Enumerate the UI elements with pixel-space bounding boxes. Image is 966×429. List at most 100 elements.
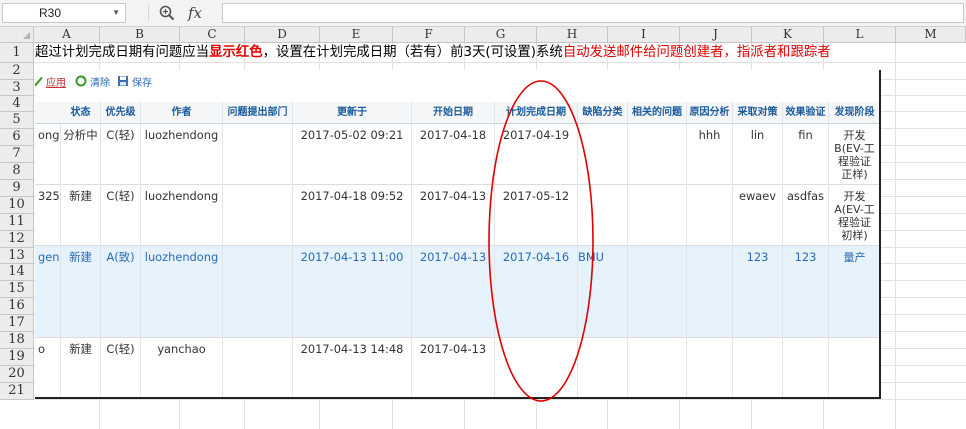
table-cell-start[interactable]: 2017-04-13 xyxy=(412,185,495,246)
column-header-j[interactable]: J xyxy=(680,27,752,43)
column-header-g[interactable]: G xyxy=(465,27,537,43)
table-cell-related[interactable] xyxy=(628,185,687,246)
table-cell-status[interactable]: 新建 xyxy=(61,185,101,246)
row-header-20[interactable]: 20 xyxy=(0,366,34,383)
table-header-cell[interactable]: 问题提出部门 xyxy=(223,102,293,124)
row-header-19[interactable]: 19 xyxy=(0,349,34,366)
column-header-d[interactable]: D xyxy=(245,27,320,43)
table-cell-verify[interactable] xyxy=(783,338,829,397)
table-cell-start[interactable]: 2017-04-13 xyxy=(412,246,495,338)
table-cell-due[interactable] xyxy=(495,338,578,397)
row-header-21[interactable]: 21 xyxy=(0,383,34,400)
table-cell-updated[interactable]: 2017-05-02 09:21 xyxy=(293,124,412,185)
column-header-f[interactable]: F xyxy=(393,27,465,43)
column-header-i[interactable]: I xyxy=(608,27,680,43)
table-header-cell[interactable]: 更新于 xyxy=(293,102,412,124)
row-header-18[interactable]: 18 xyxy=(0,332,34,349)
table-cell-cause[interactable]: hhh xyxy=(687,124,733,185)
table-header-cell[interactable]: 缺陷分类 xyxy=(578,102,628,124)
table-cell-phase[interactable]: 量产 xyxy=(829,246,879,338)
table-cell-status[interactable]: 分析中 xyxy=(61,124,101,185)
table-cell-cause[interactable] xyxy=(687,185,733,246)
row-header-11[interactable]: 11 xyxy=(0,214,34,231)
table-header-cell[interactable]: 发现阶段 xyxy=(829,102,879,124)
column-header-c[interactable]: C xyxy=(180,27,245,43)
chevron-down-icon[interactable]: ▼ xyxy=(112,4,120,22)
table-header-cell[interactable]: 计划完成日期 xyxy=(495,102,578,124)
table-cell-dept[interactable] xyxy=(223,124,293,185)
table-cell-author[interactable]: luozhendong xyxy=(141,185,223,246)
table-header-cell[interactable]: 开始日期 xyxy=(412,102,495,124)
fx-icon[interactable]: fx xyxy=(188,2,202,24)
table-header-cell[interactable]: 效果验证 xyxy=(783,102,829,124)
row-header-17[interactable]: 17 xyxy=(0,315,34,332)
table-cell-phase[interactable]: 开发B(EV-工程验证正样) xyxy=(829,124,879,185)
table-cell-priority[interactable]: C(轻) xyxy=(101,185,141,246)
table-header-cell[interactable]: 相关的问题 xyxy=(628,102,687,124)
table-cell-priority[interactable]: C(轻) xyxy=(101,338,141,397)
clear-button[interactable]: 清除 xyxy=(75,74,110,89)
table-cell-defect[interactable] xyxy=(578,124,628,185)
table-cell-priority[interactable]: C(轻) xyxy=(101,124,141,185)
select-all-corner[interactable] xyxy=(0,27,34,43)
table-cell-related[interactable] xyxy=(628,124,687,185)
table-cell-verify[interactable]: asdfas xyxy=(783,185,829,246)
row-header-15[interactable]: 15 xyxy=(0,281,34,298)
table-cell-updated[interactable]: 2017-04-13 14:48 xyxy=(293,338,412,397)
row-header-2[interactable]: 2 xyxy=(0,63,34,80)
table-cell-id[interactable]: o xyxy=(35,338,61,397)
column-header-m[interactable]: M xyxy=(896,27,966,43)
column-header-b[interactable]: B xyxy=(100,27,180,43)
row-header-13[interactable]: 13 xyxy=(0,248,34,264)
table-cell-measure[interactable]: lin xyxy=(733,124,783,185)
row-header-7[interactable]: 7 xyxy=(0,146,34,163)
row-header-1[interactable]: 1 xyxy=(0,43,34,63)
table-header-cell[interactable]: 状态 xyxy=(61,102,101,124)
table-cell-defect[interactable]: BMU xyxy=(578,246,628,338)
table-cell-dept[interactable] xyxy=(223,338,293,397)
table-cell-due[interactable]: 2017-05-12 xyxy=(495,185,578,246)
table-cell-related[interactable] xyxy=(628,246,687,338)
column-header-k[interactable]: K xyxy=(752,27,824,43)
table-cell-status[interactable]: 新建 xyxy=(61,246,101,338)
table-cell-related[interactable] xyxy=(628,338,687,397)
table-header-cell[interactable]: 作者 xyxy=(141,102,223,124)
table-cell-priority[interactable]: A(致) xyxy=(101,246,141,338)
table-cell-id[interactable]: 325 xyxy=(35,185,61,246)
formula-input[interactable] xyxy=(222,3,964,23)
table-cell-phase[interactable] xyxy=(829,338,879,397)
apply-button[interactable]: 应用 xyxy=(35,74,66,89)
table-cell-start[interactable]: 2017-04-13 xyxy=(412,338,495,397)
table-cell-updated[interactable]: 2017-04-18 09:52 xyxy=(293,185,412,246)
table-cell-due[interactable]: 2017-04-19 xyxy=(495,124,578,185)
row-header-14[interactable]: 14 xyxy=(0,264,34,281)
table-cell-verify[interactable]: fin xyxy=(783,124,829,185)
column-header-h[interactable]: H xyxy=(537,27,608,43)
save-button[interactable]: 保存 xyxy=(117,74,152,89)
row-header-16[interactable]: 16 xyxy=(0,298,34,315)
row-header-3[interactable]: 3 xyxy=(0,80,34,96)
table-cell-start[interactable]: 2017-04-18 xyxy=(412,124,495,185)
row-header-8[interactable]: 8 xyxy=(0,163,34,180)
table-cell-phase[interactable]: 开发A(EV-工程验证初样) xyxy=(829,185,879,246)
table-cell-dept[interactable] xyxy=(223,246,293,338)
row-header-6[interactable]: 6 xyxy=(0,129,34,146)
name-box[interactable]: R30 ▼ xyxy=(2,3,126,23)
table-cell-author[interactable]: luozhendong xyxy=(141,124,223,185)
table-cell-measure[interactable]: ewaev xyxy=(733,185,783,246)
table-header-cell[interactable]: 优先级 xyxy=(101,102,141,124)
row-header-10[interactable]: 10 xyxy=(0,197,34,214)
row-header-12[interactable]: 12 xyxy=(0,231,34,248)
table-cell-defect[interactable] xyxy=(578,185,628,246)
embedded-issue-list-screenshot[interactable]: 应用 清除 保存 状态 优先级 作者 问题提出部门 更新于 开始日期 计划完成日期 缺陷分类相… xyxy=(35,70,881,399)
table-cell-author[interactable]: luozhendong xyxy=(141,246,223,338)
table-cell-defect[interactable] xyxy=(578,338,628,397)
table-cell-dept[interactable] xyxy=(223,185,293,246)
table-cell-id[interactable]: ong xyxy=(35,124,61,185)
table-cell-updated[interactable]: 2017-04-13 11:00 xyxy=(293,246,412,338)
row-header-4[interactable]: 4 xyxy=(0,96,34,112)
column-header-a[interactable]: A xyxy=(34,27,100,43)
row-header-9[interactable]: 9 xyxy=(0,180,34,197)
table-cell-author[interactable]: yanchao xyxy=(141,338,223,397)
table-cell-id[interactable]: gen xyxy=(35,246,61,338)
